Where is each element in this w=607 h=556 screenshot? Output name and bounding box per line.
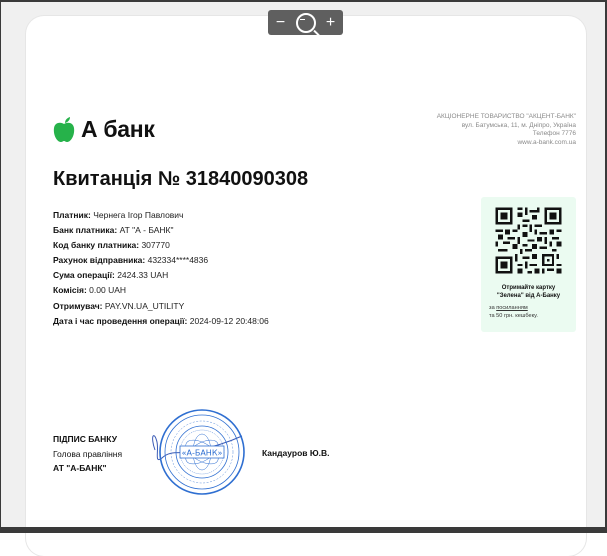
promo-line: Отримайте картку "Зелена" від А-Банку — [496, 285, 561, 299]
zoom-toolbar: − + — [268, 10, 343, 35]
viewer-bottom-bar — [0, 527, 607, 533]
company-phone: Телефон 7776 — [532, 130, 576, 138]
promo-link[interactable]: посиланням — [496, 305, 528, 311]
signer-name: Кандауров Ю.В. — [262, 448, 330, 458]
magnifier-minus-icon — [295, 12, 316, 33]
field-row: Комісія: 0.00 UAH — [53, 285, 127, 296]
bank-stamp-icon: «А-БАНК» — [152, 409, 245, 495]
field-row: Код банку платника: 307770 — [53, 240, 170, 251]
field-row: Рахунок відправника: 432334****4836 — [53, 255, 209, 266]
apple-icon — [53, 116, 75, 142]
promo-card: Отримайте картку "Зелена" від А-Банку за… — [481, 197, 576, 332]
stamp-text: «А-БАНК» — [182, 449, 223, 458]
company-info: АКЦІОНЕРНЕ ТОВАРИСТВО "АКЦЕНТ-БАНК" вул.… — [437, 113, 576, 147]
signature-label: ПІДПИС БАНКУ — [53, 434, 117, 444]
zoom-out-button[interactable]: − — [271, 13, 291, 33]
signature-block: ПІДПИС БАНКУ Голова правління АТ "А-БАНК… — [53, 432, 122, 476]
qr-code-icon[interactable] — [493, 205, 564, 276]
company-name: АКЦІОНЕРНЕ ТОВАРИСТВО "АКЦЕНТ-БАНК" — [436, 113, 576, 120]
zoom-reset-button[interactable] — [295, 12, 316, 33]
receipt-fields: Платник: Чернега Ігор Павлович Банк плат… — [53, 208, 269, 329]
zoom-in-button[interactable]: + — [321, 13, 341, 33]
company-site: www.a-bank.com.ua — [517, 138, 576, 146]
promo-note: за посиланням та 50 грн. кешбеку. — [489, 305, 538, 319]
field-row: Банк платника: АТ "А - БАНК" — [53, 225, 174, 236]
field-row: Платник: Чернега Ігор Павлович — [53, 210, 184, 220]
signature-org: АТ "А-БАНК" — [53, 463, 107, 473]
field-row: Отримувач: PAY.VN.UA_UTILITY — [53, 300, 185, 311]
field-row: Дата і час проведення операції: 2024-09-… — [53, 315, 269, 326]
logo-text: А банк — [81, 116, 155, 142]
field-row: Сума операції: 2424.33 UAH — [53, 270, 169, 281]
company-address: вул. Батумська, 11, м. Дніпро, Україна — [461, 121, 576, 129]
signature-role: Голова правління — [53, 448, 123, 459]
bank-logo: А банк — [53, 116, 155, 143]
receipt-title: Квитанція № 31840090308 — [53, 168, 309, 190]
